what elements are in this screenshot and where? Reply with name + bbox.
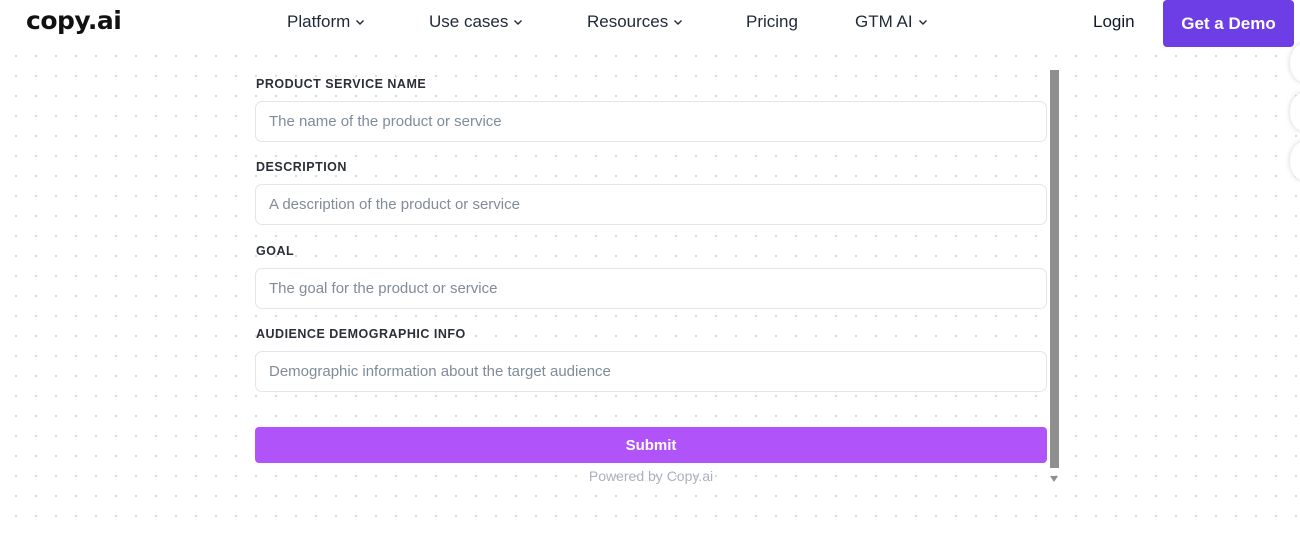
nav-use-cases[interactable]: Use cases [429, 12, 523, 32]
description-input[interactable] [255, 184, 1047, 225]
goal-input[interactable] [255, 268, 1047, 309]
scrollbar[interactable] [1050, 70, 1059, 470]
scrollbar-thumb[interactable] [1050, 70, 1059, 468]
chevron-down-icon [513, 17, 523, 27]
nav-use-cases-label: Use cases [429, 12, 509, 31]
nav-platform[interactable]: Platform [287, 12, 365, 32]
chevron-down-icon [355, 17, 365, 27]
product-service-name-label: PRODUCT SERVICE NAME [256, 77, 427, 91]
nav-pricing-label: Pricing [746, 12, 798, 31]
audience-demographic-info-label: AUDIENCE DEMOGRAPHIC INFO [256, 327, 466, 341]
floating-side-tab[interactable] [1290, 44, 1300, 82]
top-navigation: copy.ai Platform Use cases Resources Pri… [0, 0, 1300, 47]
audience-demographic-info-input[interactable] [255, 351, 1047, 392]
floating-side-tab[interactable] [1290, 142, 1300, 180]
login-link[interactable]: Login [1093, 12, 1135, 32]
nav-gtm-ai[interactable]: GTM AI [855, 12, 928, 32]
copyai-logo[interactable]: copy.ai [26, 6, 122, 35]
description-label: DESCRIPTION [256, 160, 347, 174]
nav-gtm-ai-label: GTM AI [855, 12, 913, 31]
nav-pricing[interactable]: Pricing [746, 12, 798, 32]
chevron-down-icon [918, 17, 928, 27]
floating-side-tab[interactable] [1290, 93, 1300, 131]
nav-resources[interactable]: Resources [587, 12, 683, 32]
submit-button[interactable]: Submit [255, 427, 1047, 463]
goal-label: GOAL [256, 244, 295, 258]
get-a-demo-button[interactable]: Get a Demo [1163, 0, 1294, 47]
product-service-name-input[interactable] [255, 101, 1047, 142]
chevron-down-icon [673, 17, 683, 27]
nav-resources-label: Resources [587, 12, 669, 31]
powered-by-text: Powered by Copy.ai [588, 468, 714, 484]
nav-platform-label: Platform [287, 12, 351, 31]
scroll-down-arrow-icon[interactable] [1050, 476, 1058, 482]
